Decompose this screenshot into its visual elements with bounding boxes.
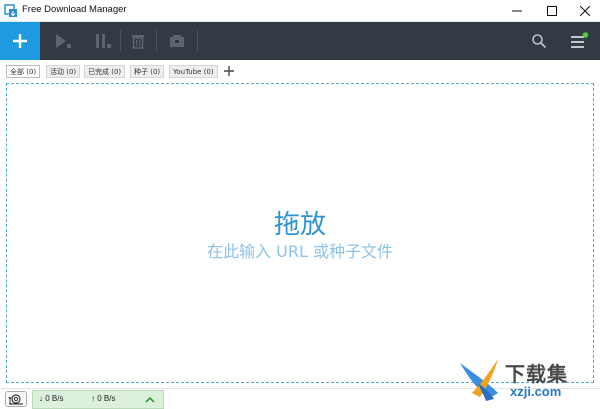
pause-button[interactable] [92, 30, 114, 52]
search-icon [532, 34, 547, 49]
drop-zone-title: 拖放 [273, 210, 326, 240]
plus-icon [13, 34, 27, 48]
tab-completed[interactable]: 已完成 (0) [84, 65, 126, 78]
resume-button[interactable] [52, 30, 74, 52]
delete-button[interactable] [127, 30, 149, 52]
tab-active[interactable]: 活动 (0) [46, 65, 81, 78]
toolbar-divider [156, 30, 157, 52]
folder-icon [170, 35, 184, 47]
download-speed: ↓ 0 B/s [39, 394, 64, 403]
title-bar: Free Download Manager [0, 0, 600, 22]
play-icon [56, 34, 71, 48]
filter-tabs: 全部 (0) 活动 (0) 已完成 (0) 种子 (0) YouTube (0) [0, 62, 600, 79]
toolbar-divider [197, 30, 198, 52]
menu-icon [571, 32, 589, 48]
window-title: Free Download Manager [22, 4, 127, 15]
app-logo-icon [4, 4, 17, 17]
speed-panel[interactable]: ↓ 0 B/s ↑ 0 B/s [32, 390, 164, 409]
watermark-url: xzji.com [510, 384, 562, 399]
maximize-icon [547, 6, 557, 16]
snail-icon [8, 394, 23, 405]
main-menu-button[interactable] [568, 30, 590, 52]
tab-all[interactable]: 全部 (0) [6, 65, 41, 78]
add-download-button[interactable] [0, 22, 40, 60]
add-tab-button[interactable] [223, 65, 235, 77]
watermark-text: 下载集 [505, 362, 568, 386]
trash-icon [132, 35, 144, 49]
plus-icon [224, 66, 234, 76]
search-button[interactable] [528, 30, 550, 52]
close-button[interactable] [570, 0, 600, 22]
close-icon [580, 6, 590, 16]
pause-icon [96, 34, 111, 48]
open-folder-button[interactable] [166, 30, 188, 52]
tab-youtube[interactable]: YouTube (0) [169, 65, 218, 78]
drop-zone-subtitle: 在此输入 URL 或种子文件 [207, 242, 393, 261]
tab-torrents[interactable]: 种子 (0) [130, 65, 165, 78]
speed-mode-button[interactable] [5, 391, 27, 407]
toolbar [0, 22, 600, 60]
minimize-icon [512, 10, 522, 12]
toolbar-divider [120, 30, 121, 52]
upload-speed: ↑ 0 B/s [91, 394, 116, 403]
chevron-up-icon[interactable] [145, 395, 155, 405]
minimize-button[interactable] [502, 0, 532, 22]
maximize-button[interactable] [537, 0, 567, 22]
